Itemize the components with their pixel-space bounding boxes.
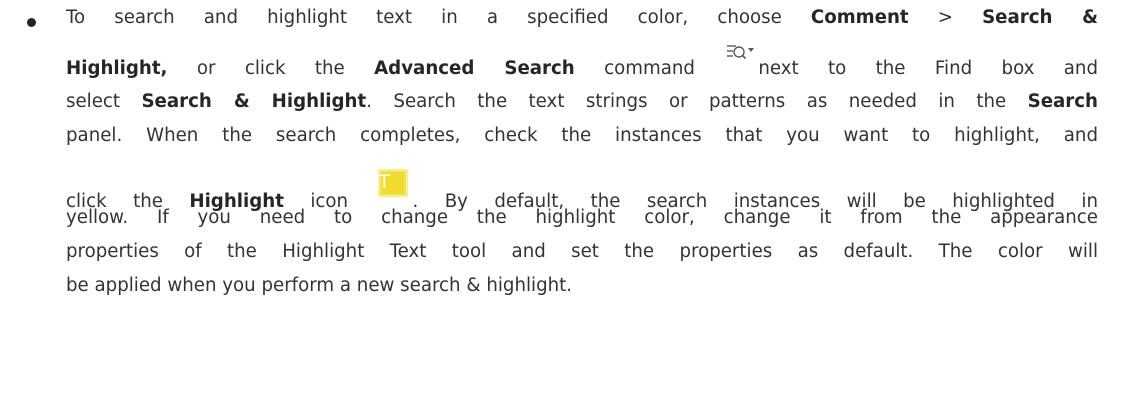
text-run: properties of the Highlight Text tool an… [66,241,1098,262]
advanced-search-icon [724,41,756,65]
text-run: panel. When the search completes, check … [66,125,1098,146]
document-page: To search and highlight text in a specif… [0,0,1123,412]
text-run: or click the [167,58,375,79]
menu-name-comment: Comment [810,7,909,28]
highlight-icon: T [378,169,412,201]
text-run: select [66,91,142,112]
paragraph-line-8: be applied when you perform a new search… [66,271,1098,305]
menu-item-search-highlight: Search & Highlight [141,91,367,112]
highlight-icon-glyph: T [378,171,391,193]
paragraph-line-6: yellow. If you need to change the highli… [66,203,1098,237]
paragraph-line-4: panel. When the search completes, check … [66,121,1098,169]
list-item: To search and highlight text in a specif… [0,0,1123,412]
paragraph-line-1: To search and highlight text in a specif… [66,0,1098,39]
text-run: To search and highlight text in a specif… [66,7,811,28]
menu-item-search-highlight: Highlight, [66,58,168,79]
text-run: next to the Find box and [758,58,1099,79]
text-run: command [574,58,725,79]
text-run: yellow. If you need to change the highli… [66,207,1098,228]
text-run: > [908,7,983,28]
paragraph-line-2: Highlight, or click the Advanced Search … [66,39,1098,87]
paragraph-line-3: select Search & Highlight. Search the te… [66,87,1098,121]
bullet-point [27,18,36,27]
paragraph-line-5: click the Highlight icon T. By default, … [66,169,1098,212]
paragraph-line-7: properties of the Highlight Text tool an… [66,237,1098,271]
panel-name-search: Search [1027,91,1098,112]
text-run: . Search the text strings or patterns as… [366,91,1028,112]
instruction-paragraph: To search and highlight text in a specif… [66,0,1098,305]
menu-item-search-highlight: Search & [982,7,1098,28]
command-name-advanced-search: Advanced Search [374,58,575,79]
text-run: be applied when you perform a new search… [66,275,573,296]
